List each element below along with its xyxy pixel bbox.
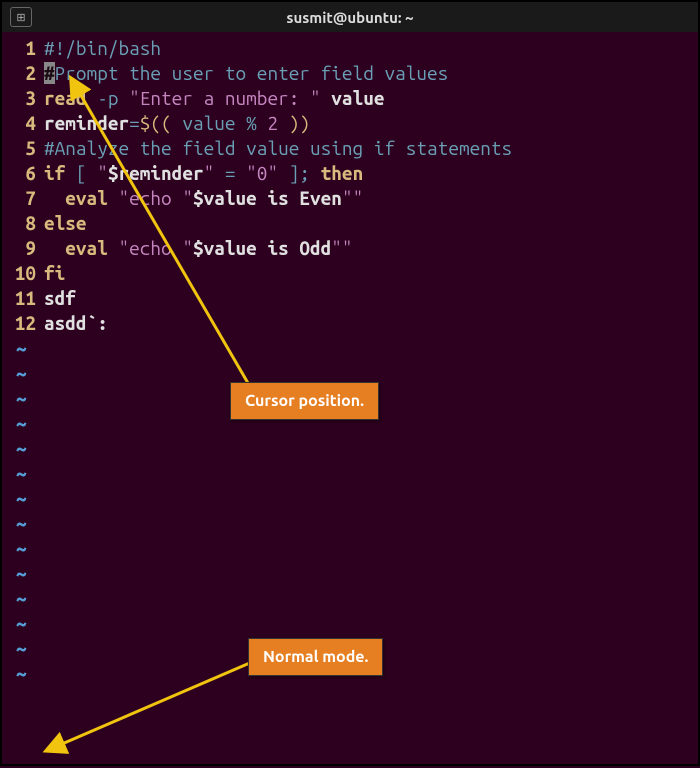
code-token: = bbox=[129, 112, 140, 134]
code-token: fi bbox=[44, 262, 65, 284]
code-token: is Odd bbox=[257, 237, 331, 259]
empty-line-tilde: ~ bbox=[2, 611, 698, 636]
code-token: "" bbox=[342, 187, 363, 209]
code-token: " bbox=[204, 162, 215, 184]
empty-line-tilde: ~ bbox=[2, 561, 698, 586]
line-code[interactable]: #Analyze the field value using if statem… bbox=[44, 136, 698, 161]
line-code[interactable]: reminder=$(( value % 2 )) bbox=[44, 111, 698, 136]
line-code[interactable]: fi bbox=[44, 261, 698, 286]
editor-line[interactable]: 12asdd`: bbox=[2, 311, 698, 336]
code-token: then bbox=[321, 162, 364, 184]
tab-icon-glyph: ⊞ bbox=[16, 11, 25, 24]
code-token: % bbox=[246, 112, 257, 134]
line-code[interactable]: #Prompt the user to enter field values bbox=[44, 61, 698, 86]
window-title: susmit@ubuntu: ~ bbox=[286, 9, 413, 26]
code-token: ]; bbox=[278, 162, 321, 184]
line-number: 11 bbox=[2, 286, 44, 311]
code-token: )) bbox=[289, 112, 310, 134]
editor-line[interactable]: 11sdf bbox=[2, 286, 698, 311]
code-token: reminder bbox=[44, 112, 129, 134]
line-number: 6 bbox=[2, 161, 44, 186]
code-token: "echo " bbox=[118, 187, 192, 209]
code-token: "echo " bbox=[118, 237, 192, 259]
code-token: "0" bbox=[246, 162, 278, 184]
code-token: #Analyze the field value using if statem… bbox=[44, 137, 512, 159]
code-token: $(( bbox=[140, 112, 172, 134]
code-token: sdf bbox=[44, 287, 76, 309]
code-token bbox=[44, 237, 65, 259]
empty-line-tilde: ~ bbox=[2, 486, 698, 511]
code-token: [ bbox=[65, 162, 97, 184]
line-number: 8 bbox=[2, 211, 44, 236]
empty-line-tilde: ~ bbox=[2, 586, 698, 611]
code-token bbox=[108, 237, 119, 259]
line-number: 12 bbox=[2, 311, 44, 336]
code-token: value bbox=[172, 112, 246, 134]
editor-viewport[interactable]: 1#!/bin/bash2#Prompt the user to enter f… bbox=[2, 32, 698, 690]
code-token: $value bbox=[193, 237, 257, 259]
empty-line-tilde: ~ bbox=[2, 336, 698, 361]
line-code[interactable]: else bbox=[44, 211, 698, 236]
line-code[interactable]: asdd`: bbox=[44, 311, 698, 336]
annotation-mode-label: Normal mode. bbox=[248, 638, 383, 676]
code-token: asdd`: bbox=[44, 312, 108, 334]
empty-line-tilde: ~ bbox=[2, 461, 698, 486]
line-number: 5 bbox=[2, 136, 44, 161]
editor-line[interactable]: 4reminder=$(( value % 2 )) bbox=[2, 111, 698, 136]
line-code[interactable]: if [ "$reminder" = "0" ]; then bbox=[44, 161, 698, 186]
code-token: "Enter a number: " bbox=[129, 87, 321, 109]
code-token bbox=[44, 187, 65, 209]
line-number: 2 bbox=[2, 61, 44, 86]
code-token: = bbox=[214, 162, 246, 184]
line-number: 9 bbox=[2, 236, 44, 261]
editor-line[interactable]: 6if [ "$reminder" = "0" ]; then bbox=[2, 161, 698, 186]
editor-line[interactable]: 10fi bbox=[2, 261, 698, 286]
editor-line[interactable]: 7 eval "echo "$value is Even"" bbox=[2, 186, 698, 211]
code-token: read bbox=[44, 87, 87, 109]
editor-line[interactable]: 5#Analyze the field value using if state… bbox=[2, 136, 698, 161]
line-number: 10 bbox=[2, 261, 44, 286]
code-token: "" bbox=[331, 237, 352, 259]
code-token: value bbox=[321, 87, 385, 109]
editor-line[interactable]: 2#Prompt the user to enter field values bbox=[2, 61, 698, 86]
new-tab-icon[interactable]: ⊞ bbox=[10, 7, 32, 27]
code-token: eval bbox=[65, 187, 108, 209]
code-token: # bbox=[44, 62, 55, 84]
code-token: eval bbox=[65, 237, 108, 259]
code-token: 2 bbox=[257, 112, 289, 134]
line-code[interactable]: #!/bin/bash bbox=[44, 36, 698, 61]
line-code[interactable]: eval "echo "$value is Odd"" bbox=[44, 236, 698, 261]
empty-line-tilde: ~ bbox=[2, 536, 698, 561]
code-token: is Even bbox=[257, 187, 342, 209]
line-number: 1 bbox=[2, 36, 44, 61]
line-code[interactable]: sdf bbox=[44, 286, 698, 311]
editor-line[interactable]: 1#!/bin/bash bbox=[2, 36, 698, 61]
empty-line-tilde: ~ bbox=[2, 511, 698, 536]
code-token: Prompt the user to enter field values bbox=[55, 62, 449, 84]
editor-line[interactable]: 3read -p "Enter a number: " value bbox=[2, 86, 698, 111]
line-code[interactable]: eval "echo "$value is Even"" bbox=[44, 186, 698, 211]
annotation-cursor-label: Cursor position. bbox=[230, 382, 379, 420]
code-token: " bbox=[97, 162, 108, 184]
code-token: else bbox=[44, 212, 87, 234]
window-titlebar: ⊞ susmit@ubuntu: ~ bbox=[2, 2, 698, 32]
code-token bbox=[108, 187, 119, 209]
code-token: if bbox=[44, 162, 65, 184]
line-code[interactable]: read -p "Enter a number: " value bbox=[44, 86, 698, 111]
line-number: 7 bbox=[2, 186, 44, 211]
editor-line[interactable]: 8else bbox=[2, 211, 698, 236]
code-token: -p bbox=[87, 87, 130, 109]
line-number: 4 bbox=[2, 111, 44, 136]
empty-line-tilde: ~ bbox=[2, 436, 698, 461]
code-token: #!/bin/bash bbox=[44, 37, 161, 59]
code-token: $value bbox=[193, 187, 257, 209]
line-number: 3 bbox=[2, 86, 44, 111]
editor-line[interactable]: 9 eval "echo "$value is Odd"" bbox=[2, 236, 698, 261]
code-token: $reminder bbox=[108, 162, 204, 184]
